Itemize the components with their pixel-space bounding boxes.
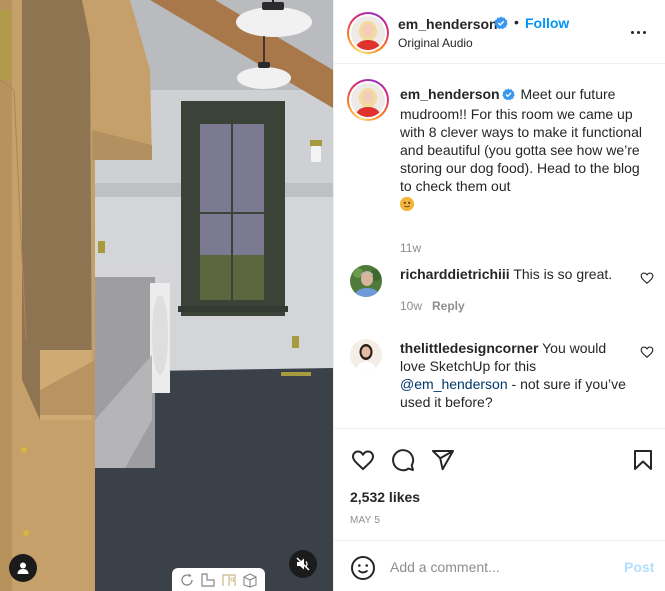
post-header: em_henderson • Follow Original Audio: [334, 0, 665, 64]
bookmark-icon: [634, 450, 652, 470]
smiley-icon: [351, 556, 375, 580]
caption-body: Meet our future mudroom!! For this room …: [400, 86, 642, 194]
elevation-icon: [222, 573, 236, 586]
floor-plan-button[interactable]: [199, 571, 217, 589]
commenter-username[interactable]: richarddietrichiii: [400, 266, 510, 282]
verified-badge-icon: [494, 16, 508, 35]
comment-text: thelittledesigncorner You would love Ske…: [400, 339, 632, 411]
commenter-photo: [350, 265, 382, 297]
like-button[interactable]: [350, 447, 376, 473]
send-icon: [432, 450, 454, 471]
heart-icon: [640, 346, 654, 359]
author-photo: [351, 83, 385, 117]
orbit-button[interactable]: [178, 571, 196, 589]
heart-icon: [351, 450, 375, 471]
comment-input[interactable]: [390, 555, 610, 579]
comment-like-button[interactable]: [640, 345, 654, 359]
speaker-muted-icon: [296, 557, 310, 571]
comment-timestamp[interactable]: 10w: [400, 299, 422, 313]
emoji-picker-button[interactable]: [350, 555, 376, 581]
commenter-avatar[interactable]: [350, 339, 382, 371]
heart-icon: [640, 272, 654, 285]
author-avatar[interactable]: [347, 12, 389, 54]
tagged-users-button[interactable]: [9, 554, 37, 582]
elevation-button[interactable]: [220, 571, 238, 589]
comment-icon: [392, 449, 415, 472]
viewer-toolbar: [172, 568, 265, 591]
post-media-video[interactable]: [0, 0, 333, 591]
mudroom-render: [0, 0, 333, 591]
comment-meta: 10w Reply: [400, 299, 465, 313]
commenter-username[interactable]: thelittledesigncorner: [400, 340, 538, 356]
post-comment-button[interactable]: Post: [624, 559, 654, 575]
orbit-icon: [180, 573, 193, 586]
more-dot: [642, 30, 646, 34]
comment-button[interactable]: [390, 447, 416, 473]
caption-text: em_henderson Meet our future mudroom!! F…: [400, 85, 645, 213]
author-username[interactable]: em_henderson: [398, 16, 498, 32]
post-actions: 2,532 likes MAY 5: [334, 428, 665, 532]
post-side-panel: em_henderson • Follow Original Audio em_…: [333, 0, 665, 591]
post-date[interactable]: MAY 5: [350, 515, 380, 526]
mute-toggle-button[interactable]: [289, 550, 317, 578]
comments-section[interactable]: em_henderson Meet our future mudroom!! F…: [334, 65, 665, 427]
user-mention-link[interactable]: @em_henderson: [400, 376, 508, 392]
share-button[interactable]: [430, 447, 456, 473]
comment-body: This is so great.: [513, 266, 613, 282]
follow-button[interactable]: Follow: [525, 15, 569, 31]
add-comment-bar: Post: [334, 540, 665, 591]
commenter-avatar[interactable]: [350, 265, 382, 297]
separator-dot: •: [514, 14, 519, 30]
3d-view-icon: [243, 572, 257, 588]
audio-label[interactable]: Original Audio: [398, 36, 473, 50]
more-horizontal-icon: [630, 30, 634, 34]
reply-button[interactable]: Reply: [432, 299, 465, 313]
save-button[interactable]: [630, 447, 656, 473]
caption-username[interactable]: em_henderson: [400, 86, 500, 102]
floor-plan-icon: [201, 572, 215, 587]
caption-timestamp[interactable]: 11w: [400, 241, 421, 255]
3d-view-button[interactable]: [241, 571, 259, 589]
commenter-photo: [350, 339, 382, 371]
comment-text: richarddietrichiii This is so great.: [400, 265, 632, 283]
smiling-face-emoji-icon: [400, 197, 414, 211]
caption-author-avatar[interactable]: [347, 79, 389, 121]
likes-count[interactable]: 2,532 likes: [350, 489, 420, 505]
verified-badge-icon: [501, 87, 515, 105]
more-options-button[interactable]: [626, 24, 650, 40]
user-tag-icon: [17, 562, 29, 574]
author-photo: [351, 16, 385, 50]
comment-like-button[interactable]: [640, 271, 654, 285]
more-dot: [636, 30, 640, 34]
